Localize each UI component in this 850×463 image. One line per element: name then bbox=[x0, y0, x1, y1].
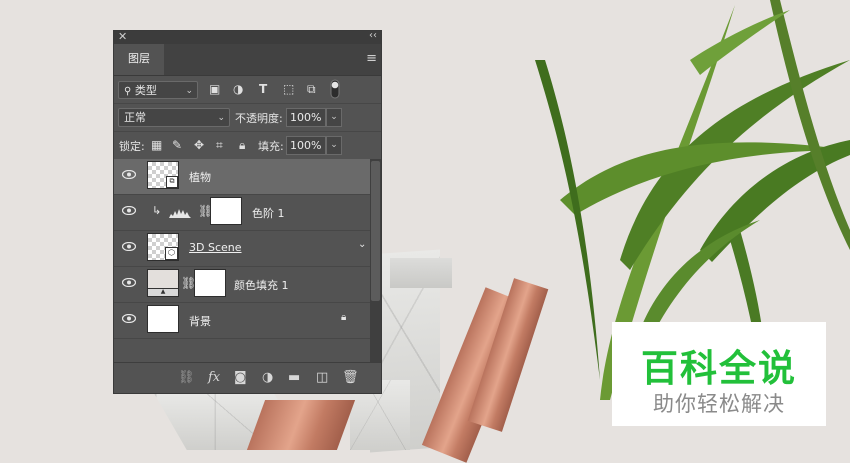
opacity-label: 不透明度: bbox=[235, 112, 283, 125]
expand-chevron-icon[interactable]: ⌄ bbox=[358, 239, 366, 250]
search-icon: ⚲ bbox=[124, 86, 132, 97]
lock-position-icon[interactable]: ✥ bbox=[194, 138, 204, 152]
chevron-down-icon: ⌄ bbox=[217, 113, 225, 123]
lock-image-pixels-icon[interactable]: ✎ bbox=[172, 138, 182, 152]
close-icon[interactable]: ✕ bbox=[118, 30, 127, 43]
lock-row: 锁定: ▦ ✎ ✥ ⌗ 🔒︎ 填充: 100% ⌄ bbox=[114, 132, 381, 160]
chevron-down-icon: ⌄ bbox=[330, 112, 338, 122]
panel-tab-row: 图层 ≡ bbox=[114, 44, 381, 76]
watermark-subtitle: 助你轻松解决 bbox=[653, 392, 785, 416]
blend-mode-value: 正常 bbox=[124, 111, 146, 124]
layer-mask-thumbnail[interactable] bbox=[210, 197, 242, 225]
levels-histogram-icon bbox=[169, 209, 191, 218]
layer-row-background[interactable]: 背景 🔒︎ bbox=[114, 303, 370, 339]
layer-row-plant[interactable]: ⧉ 植物 bbox=[114, 159, 370, 195]
link-layers-icon[interactable]: ⛓︎ bbox=[178, 370, 195, 385]
lock-transparent-pixels-icon[interactable]: ▦ bbox=[151, 138, 162, 152]
fill-label: 填充: bbox=[258, 140, 284, 153]
fx-icon[interactable]: fx bbox=[208, 370, 220, 385]
opacity-dropdown[interactable]: ⌄ bbox=[326, 108, 342, 127]
eye-icon[interactable] bbox=[122, 314, 136, 323]
new-adjustment-layer-icon[interactable]: ◑ bbox=[262, 370, 273, 385]
fill-swatch-bar-icon: ▲ bbox=[148, 288, 178, 296]
chevron-down-icon: ⌄ bbox=[330, 140, 338, 150]
panel-titlebar: ✕ ‹‹ bbox=[114, 30, 381, 44]
filter-pixel-layer-icon[interactable]: ▣ bbox=[209, 82, 220, 96]
blend-row: 正常 ⌄ 不透明度: 100% ⌄ bbox=[114, 104, 381, 132]
fill-dropdown[interactable]: ⌄ bbox=[326, 136, 342, 155]
layer-thumbnail: ⬡ bbox=[147, 233, 179, 261]
lock-icon[interactable]: 🔒︎ bbox=[341, 312, 346, 323]
new-group-folder-icon[interactable]: ▬ bbox=[288, 370, 300, 385]
clipping-arrow-icon: ↳ bbox=[152, 204, 162, 217]
scrollbar-thumb[interactable] bbox=[371, 161, 380, 301]
fill-field[interactable]: 100% bbox=[286, 136, 326, 155]
filter-type-layer-icon[interactable]: T bbox=[259, 82, 267, 96]
eye-icon[interactable] bbox=[122, 206, 136, 215]
watermark-box: 百科全说 助你轻松解决 bbox=[612, 322, 826, 426]
layers-panel: ✕ ‹‹ 图层 ≡ ⚲ 类型 ⌄ ▣ ◑ T ⬚ ⧉ 正常 ⌄ 不透明度: 10… bbox=[114, 30, 381, 393]
eye-icon[interactable] bbox=[122, 170, 136, 179]
lock-label: 锁定: bbox=[119, 140, 145, 153]
filter-kind-label: 类型 bbox=[134, 84, 157, 97]
filter-smart-object-icon[interactable]: ⧉ bbox=[307, 82, 316, 96]
panel-menu-icon[interactable]: ≡ bbox=[366, 51, 377, 66]
opacity-field[interactable]: 100% bbox=[286, 108, 326, 127]
layer-name[interactable]: 颜色填充 1 bbox=[234, 277, 289, 293]
new-layer-icon[interactable]: ◫ bbox=[316, 370, 328, 385]
filter-kind-select[interactable]: ⚲ 类型 ⌄ bbox=[118, 81, 198, 99]
trash-icon[interactable]: 🗑︎ bbox=[342, 370, 359, 385]
layer-thumbnail bbox=[147, 305, 179, 333]
eye-icon[interactable] bbox=[122, 278, 136, 287]
collapse-panel-icon[interactable]: ‹‹ bbox=[369, 30, 377, 41]
filter-toggle-icon[interactable] bbox=[330, 79, 340, 102]
watermark-title: 百科全说 bbox=[641, 347, 797, 390]
layer-row-levels[interactable]: ↳ ⛓︎ 色阶 1 bbox=[114, 195, 370, 231]
filter-shape-layer-icon[interactable]: ⬚ bbox=[283, 82, 294, 96]
layer-name[interactable]: 植物 bbox=[189, 169, 211, 185]
lock-artboard-icon[interactable]: ⌗ bbox=[216, 138, 223, 152]
smart-object-badge-icon: ⧉ bbox=[166, 176, 178, 188]
layer-mask-thumbnail[interactable] bbox=[194, 269, 226, 297]
layer-list-scrollbar[interactable] bbox=[370, 159, 381, 363]
layer-row-color-fill[interactable]: ▲ ⛓︎ 颜色填充 1 bbox=[114, 267, 370, 303]
eye-icon[interactable] bbox=[122, 242, 136, 251]
chevron-down-icon: ⌄ bbox=[185, 86, 193, 96]
filter-row: ⚲ 类型 ⌄ ▣ ◑ T ⬚ ⧉ bbox=[114, 76, 381, 104]
tab-layers[interactable]: 图层 bbox=[114, 44, 164, 75]
filter-adjustment-layer-icon[interactable]: ◑ bbox=[233, 82, 243, 96]
lock-all-icon[interactable]: 🔒︎ bbox=[239, 138, 245, 152]
layer-name[interactable]: 3D Scene bbox=[189, 241, 242, 254]
layer-name[interactable]: 色阶 1 bbox=[252, 205, 285, 221]
add-mask-icon[interactable]: ◙ bbox=[234, 370, 247, 385]
layer-name[interactable]: 背景 bbox=[189, 313, 211, 329]
blend-mode-select[interactable]: 正常 ⌄ bbox=[118, 108, 230, 127]
layer-thumbnail: ⧉ bbox=[147, 161, 179, 189]
fill-color-thumbnail[interactable]: ▲ bbox=[147, 269, 179, 297]
layer-row-3d-scene[interactable]: ⬡ 3D Scene ⌄ bbox=[114, 231, 370, 267]
3d-layer-badge-icon: ⬡ bbox=[165, 247, 178, 260]
panel-bottom-toolbar: ⛓︎ fx ◙ ◑ ▬ ◫ 🗑︎ bbox=[114, 362, 381, 393]
